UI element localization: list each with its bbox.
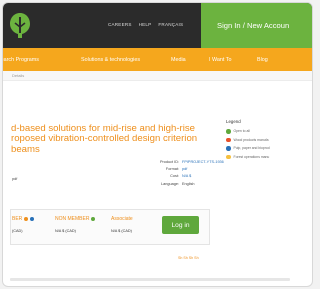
- format-value[interactable]: pdf: [182, 166, 224, 173]
- nav-solutions-technologies[interactable]: Solutions & technologies: [81, 48, 140, 71]
- pdf-label: pdf: [12, 177, 18, 181]
- product-title-line-3: beams: [11, 143, 40, 155]
- legend-blue-dot-icon: [226, 146, 231, 151]
- product-title: d-based solutions for mid-rise and high-…: [11, 123, 211, 155]
- description-text-cutoff: [10, 278, 290, 281]
- legend-item-label: Forest operations manu: [233, 154, 270, 159]
- associate-price: N/A $ (CAD): [111, 229, 132, 233]
- careers-link[interactable]: CAREERS: [108, 22, 132, 27]
- breadcrumb-bar: Details: [3, 71, 312, 81]
- legend-item: Wood products manufa: [226, 136, 306, 145]
- format-label: Format:: [165, 167, 179, 172]
- member-dot-blue-icon: [30, 217, 35, 221]
- nonmember-dot-icon: [91, 217, 96, 221]
- nav-blog[interactable]: Blog: [257, 48, 268, 71]
- cost-label: Cost:: [170, 174, 179, 179]
- member-dot-orange-icon: [24, 217, 29, 221]
- member-column: BER (CAD): [12, 216, 35, 233]
- cost-value: N/A $: [182, 174, 192, 179]
- legend-item: Open to all: [226, 127, 306, 136]
- legend-item: Forest operations manu: [226, 153, 306, 162]
- help-link[interactable]: HELP: [139, 22, 152, 27]
- legend-green-dot-icon: [226, 129, 231, 134]
- top-links: CAREERS HELP FRANÇAIS: [108, 22, 183, 27]
- browser-frame: CAREERS HELP FRANÇAIS Sign In / New Acco…: [2, 2, 313, 287]
- product-meta-values: FPIPROJECT-YTS-1936 pdf N/A $ English: [182, 159, 224, 188]
- associate-label: Associate: [111, 216, 133, 222]
- pricing-footnote[interactable]: Sh Sh Sh Sh: [178, 256, 199, 260]
- sign-in-button[interactable]: Sign In / New Accoun: [201, 3, 312, 48]
- nonmember-column: NON MEMBER N/A $ (CAD): [55, 216, 96, 233]
- nav-i-want-to[interactable]: I Want To: [209, 48, 231, 71]
- associate-column: Associate N/A $ (CAD): [111, 216, 133, 233]
- legend-item: Pulp, paper and bioprod: [226, 144, 306, 153]
- legend-item-label: Wood products manufa: [233, 137, 269, 142]
- site-logo[interactable]: [8, 11, 32, 39]
- legend-item-label: Pulp, paper and bioprod: [233, 146, 270, 151]
- member-label: BER: [12, 216, 23, 222]
- language-value: English: [182, 181, 195, 186]
- product-id-value[interactable]: FPIPROJECT-YTS-1936: [182, 159, 224, 166]
- breadcrumb[interactable]: Details: [12, 73, 24, 78]
- logo-icon: [10, 13, 30, 38]
- log-in-button[interactable]: Log in: [162, 216, 199, 234]
- product-title-line-2: roposed vibration-controlled design crit…: [11, 133, 198, 145]
- legend-yellow-dot-icon: [226, 154, 231, 159]
- francais-link[interactable]: FRANÇAIS: [158, 22, 183, 27]
- member-price: (CAD): [12, 229, 23, 233]
- nav-media[interactable]: Media: [171, 48, 186, 71]
- product-meta-labels: Product ID: Format: Cost: Language:: [97, 159, 179, 188]
- product-id-label: Product ID:: [160, 160, 179, 164]
- nonmember-label: NON MEMBER: [55, 216, 90, 222]
- legend-red-dot-icon: [226, 137, 231, 142]
- top-bar: CAREERS HELP FRANÇAIS Sign In / New Acco…: [3, 3, 312, 48]
- legend-item-label: Open to all: [233, 129, 250, 134]
- main-nav: Search Programs Solutions & technologies…: [3, 48, 312, 71]
- nonmember-price: N/A $ (CAD): [55, 229, 76, 233]
- legend-title: Legend: [226, 119, 241, 124]
- legend-panel: Legend Open to all Wood products manufa …: [226, 119, 306, 161]
- nav-search-programs[interactable]: Search Programs: [3, 48, 39, 71]
- language-label: Language:: [161, 181, 179, 186]
